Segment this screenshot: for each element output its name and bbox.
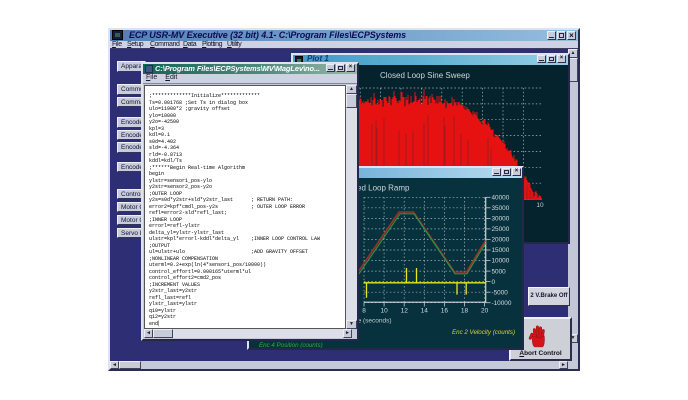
svg-text:10: 10 [536, 202, 544, 209]
svg-text:-5000: -5000 [492, 289, 509, 296]
svg-text:35000: 35000 [492, 205, 510, 212]
svg-text:5000: 5000 [492, 268, 507, 275]
svg-text:14: 14 [421, 308, 429, 315]
svg-text:10000: 10000 [492, 258, 510, 265]
svg-text:0: 0 [492, 279, 496, 286]
svg-text:Enc 4 Position (counts): Enc 4 Position (counts) [259, 342, 323, 348]
svg-text:12: 12 [401, 308, 409, 315]
svg-text:-10000: -10000 [492, 300, 512, 307]
svg-text:Closed Loop Sine Sweep: Closed Loop Sine Sweep [380, 71, 470, 80]
svg-text:18: 18 [461, 308, 469, 315]
svg-text:8: 8 [362, 308, 366, 315]
svg-text:20000: 20000 [492, 237, 510, 244]
svg-text:25000: 25000 [492, 226, 510, 233]
svg-text:10: 10 [380, 308, 388, 315]
svg-text:16: 16 [441, 308, 449, 315]
svg-text:Enc 2 Velocity (counts): Enc 2 Velocity (counts) [452, 329, 515, 336]
svg-text:15000: 15000 [492, 247, 510, 254]
svg-text:40000: 40000 [492, 195, 510, 202]
svg-text:20: 20 [481, 308, 489, 315]
svg-text:30000: 30000 [492, 216, 510, 223]
